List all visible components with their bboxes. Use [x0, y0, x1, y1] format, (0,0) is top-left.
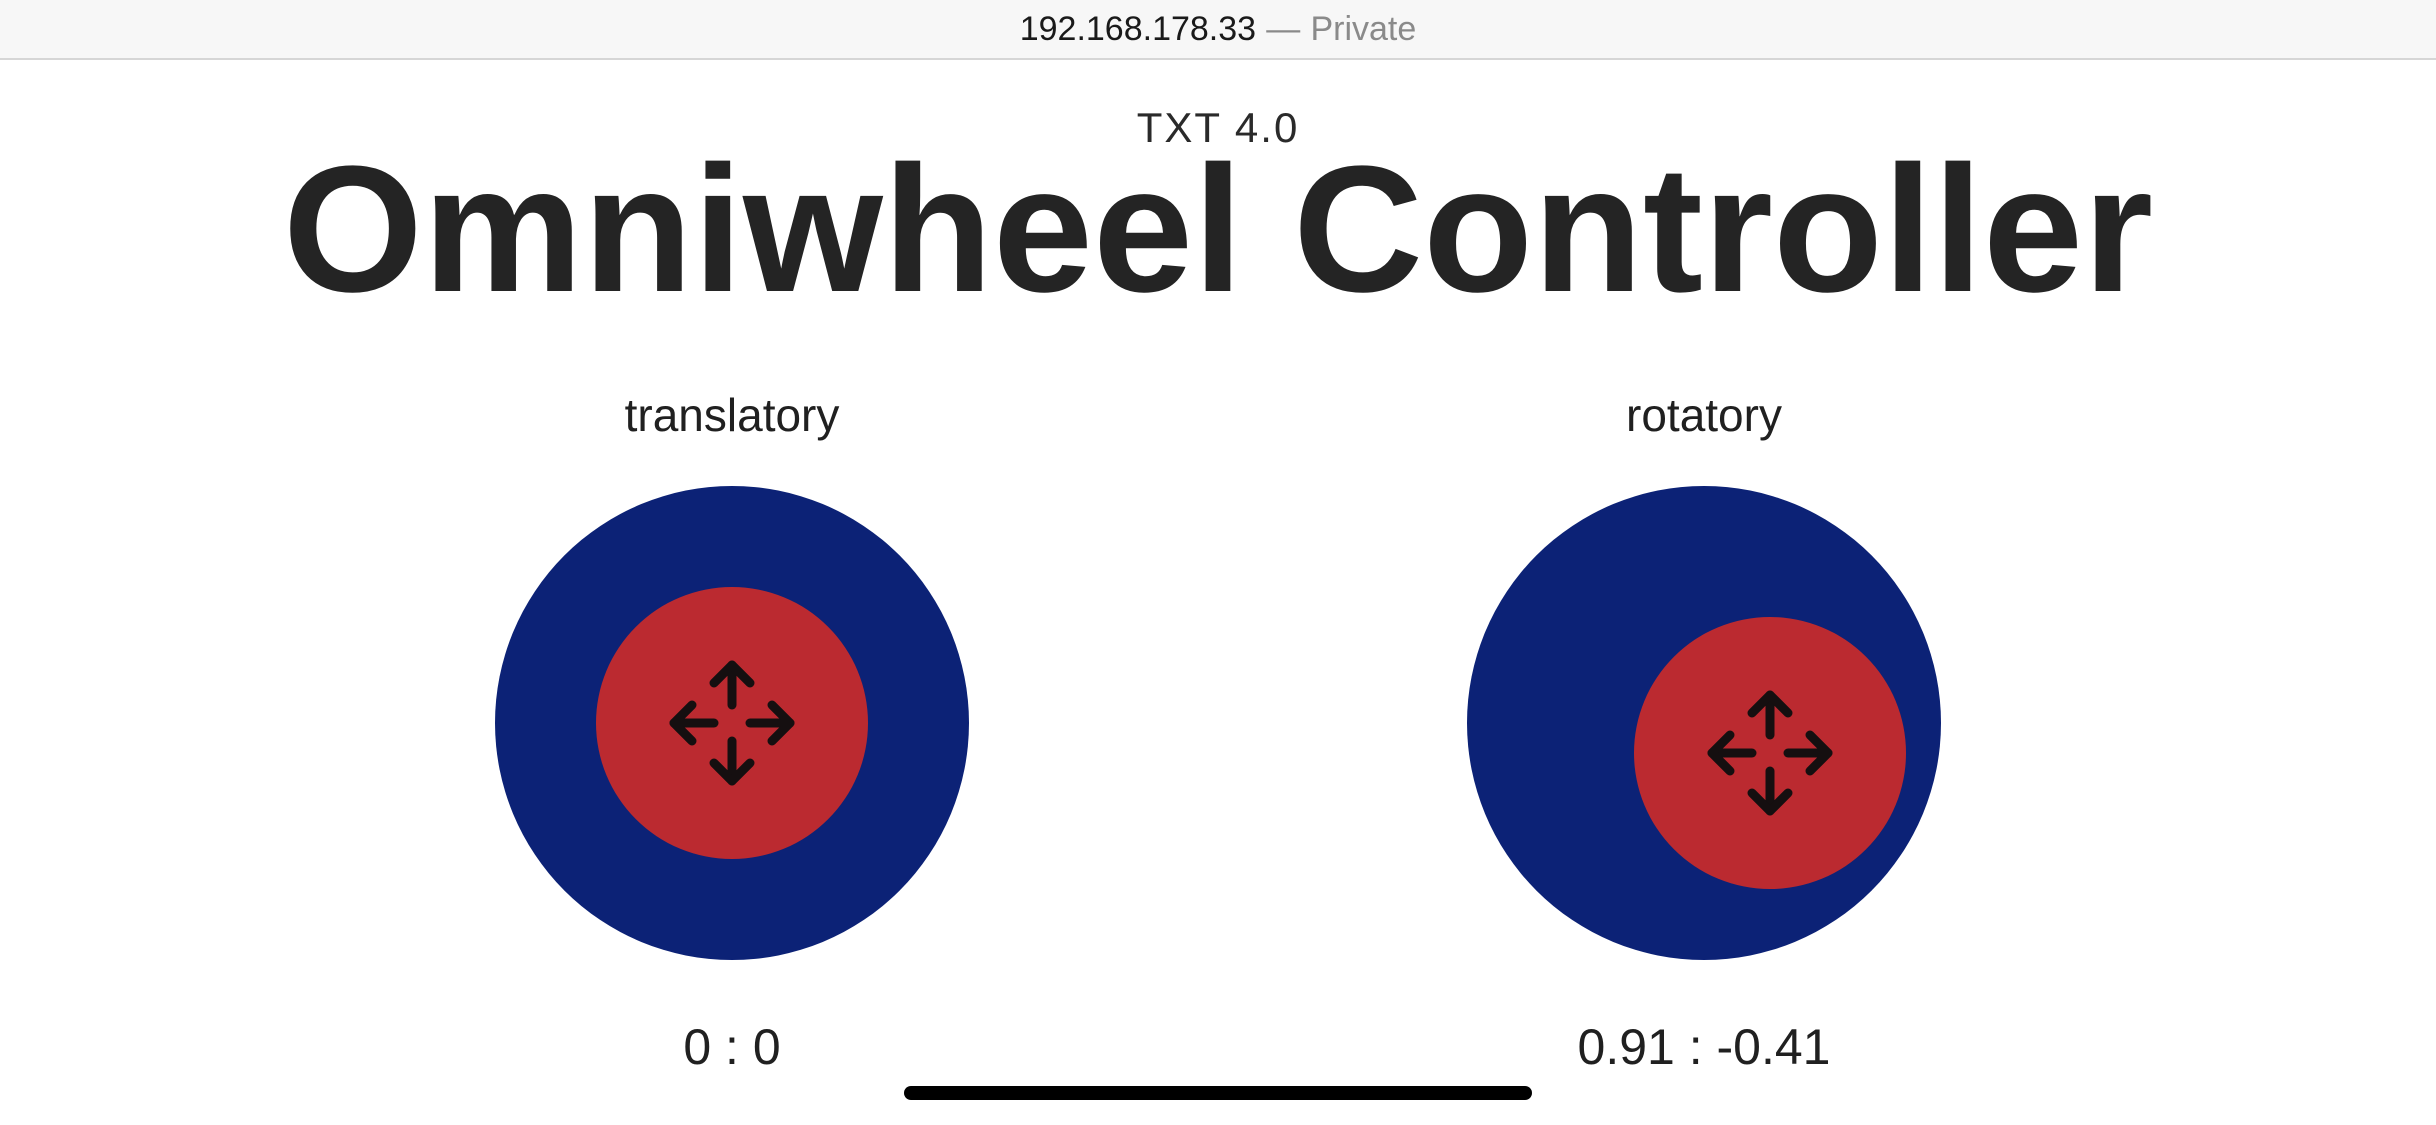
home-indicator[interactable] — [904, 1086, 1532, 1100]
rotatory-joystick[interactable] — [1467, 486, 1941, 960]
private-mode-label: Private — [1310, 9, 1417, 48]
translatory-value: 0 : 0 — [683, 1019, 781, 1075]
rotatory-value: 0.91 : -0.41 — [1577, 1019, 1831, 1075]
rotatory-label: rotatory — [1626, 389, 1782, 441]
rotatory-joystick-knob[interactable] — [1633, 616, 1906, 889]
page-title: Omniwheel Controller — [282, 129, 2154, 330]
address-host: 192.168.178.33 — [1019, 9, 1257, 48]
move-arrows-icon — [669, 660, 795, 786]
browser-address-bar[interactable]: 192.168.178.33 — Private — [0, 0, 2436, 60]
translatory-joystick[interactable] — [495, 486, 969, 960]
translatory-label: translatory — [624, 389, 840, 441]
move-arrows-icon — [1707, 690, 1833, 816]
page: 192.168.178.33 — Private TXT 4.0 Omniwhe… — [0, 0, 2436, 1125]
translatory-joystick-knob[interactable] — [596, 587, 868, 859]
address-separator: — — [1266, 9, 1301, 48]
